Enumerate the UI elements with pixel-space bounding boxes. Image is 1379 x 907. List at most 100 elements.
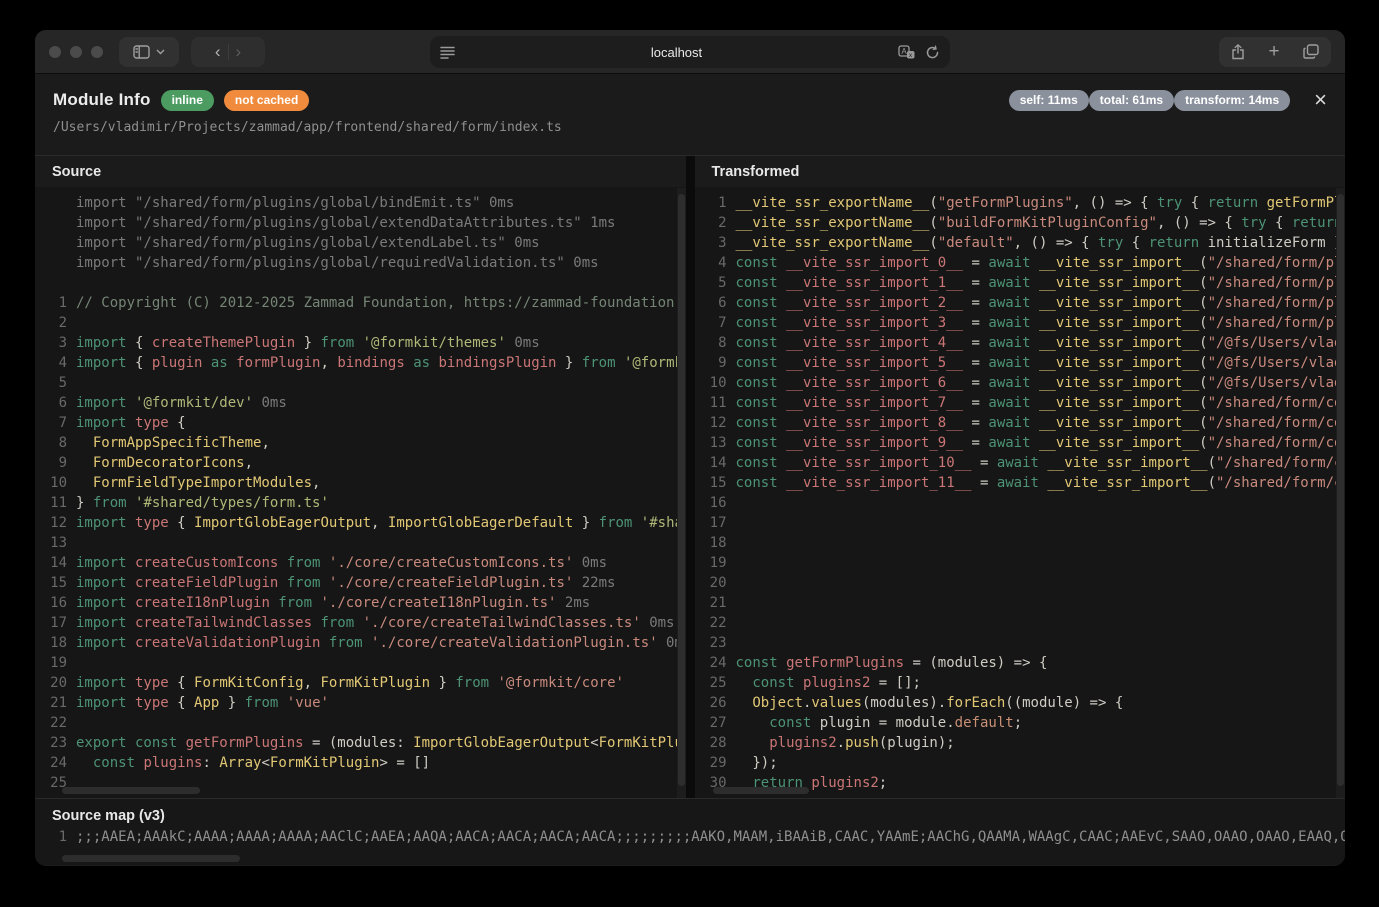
- code-line: 17: [703, 513, 1346, 533]
- code-line: 12const __vite_ssr_import_8__ = await __…: [703, 413, 1346, 433]
- code-line: 13: [43, 533, 686, 553]
- code-line: 9 FormDecoratorIcons,: [43, 453, 686, 473]
- code-line: 23export const getFormPlugins = (modules…: [43, 733, 686, 753]
- metric-pill: transform: 14ms: [1174, 90, 1290, 111]
- sourcemap-code: 1;;;AAEA;AAAkC;AAAA;AAAA;AAAA;AAClC;AAEA…: [35, 827, 1345, 847]
- chevron-down-icon: [156, 49, 165, 55]
- sourcemap-horizontal-scrollbar[interactable]: [62, 855, 240, 862]
- code-line: 24 const plugins: Array<FormKitPlugin> =…: [43, 753, 686, 773]
- code-line: 28 plugins2.push(plugin);: [703, 733, 1346, 753]
- code-line: 20: [703, 573, 1346, 593]
- code-line: 8const __vite_ssr_import_4__ = await __v…: [703, 333, 1346, 353]
- code-line: 9const __vite_ssr_import_5__ = await __v…: [703, 353, 1346, 373]
- code-line: 21import type { App } from 'vue': [43, 693, 686, 713]
- code-line: 5const __vite_ssr_import_1__ = await __v…: [703, 273, 1346, 293]
- new-tab-button[interactable]: +: [1268, 42, 1279, 61]
- url-text: localhost: [455, 45, 898, 60]
- code-line: 17import createTailwindClasses from './c…: [43, 613, 686, 633]
- transformed-panel: Transformed 1__vite_ssr_exportName__("ge…: [695, 156, 1346, 798]
- code-line: 2__vite_ssr_exportName__("buildFormKitPl…: [703, 213, 1346, 233]
- code-line: 4import { plugin as formPlugin, bindings…: [43, 353, 686, 373]
- code-line: 27 const plugin = module.default;: [703, 713, 1346, 733]
- sourcemap-title: Source map (v3): [35, 799, 1345, 827]
- code-line: 1;;;AAEA;AAAkC;AAAA;AAAA;AAAA;AAClC;AAEA…: [43, 827, 1345, 847]
- code-line: 16import createI18nPlugin from './core/c…: [43, 593, 686, 613]
- source-code: import "/shared/form/plugins/global/bind…: [35, 187, 686, 798]
- page-title: Module Info: [53, 90, 151, 110]
- status-badge: inline: [161, 90, 214, 111]
- code-line: 2: [43, 313, 686, 333]
- browser-window: ‹ › localhost A x: [35, 30, 1345, 866]
- sidebar-toggle-button[interactable]: [119, 37, 179, 67]
- browser-toolbar: ‹ › localhost A x: [35, 30, 1345, 74]
- code-line: 15const __vite_ssr_import_11__ = await _…: [703, 473, 1346, 493]
- code-line: 15import createFieldPlugin from './core/…: [43, 573, 686, 593]
- timing-metrics: self: 11mstotal: 61mstransform: 14ms: [1009, 91, 1290, 109]
- sidebar-icon: [133, 45, 150, 59]
- forward-button[interactable]: ›: [236, 43, 242, 60]
- source-panel: Source import "/shared/form/plugins/glob…: [35, 156, 686, 798]
- code-line: 26 Object.values(modules).forEach((modul…: [703, 693, 1346, 713]
- close-window-button[interactable]: [49, 46, 61, 58]
- code-line: 22: [703, 613, 1346, 633]
- code-line: 1// Copyright (C) 2012-2025 Zammad Found…: [43, 293, 686, 313]
- code-line: 29 });: [703, 753, 1346, 773]
- code-line: 11} from '#shared/types/form.ts': [43, 493, 686, 513]
- metric-pill: total: 61ms: [1089, 90, 1174, 111]
- status-badge: not cached: [224, 90, 309, 111]
- code-line: 19: [703, 553, 1346, 573]
- translate-icon[interactable]: A x: [898, 45, 915, 59]
- code-line: 19: [43, 653, 686, 673]
- address-bar[interactable]: localhost A x: [430, 36, 950, 68]
- close-icon[interactable]: ×: [1314, 89, 1327, 111]
- code-line: 7const __vite_ssr_import_3__ = await __v…: [703, 313, 1346, 333]
- minimize-window-button[interactable]: [70, 46, 82, 58]
- transformed-horizontal-scrollbar[interactable]: [713, 787, 809, 794]
- nav-divider: [228, 44, 229, 60]
- code-line: 4const __vite_ssr_import_0__ = await __v…: [703, 253, 1346, 273]
- zoom-window-button[interactable]: [91, 46, 103, 58]
- code-line: import "/shared/form/plugins/global/exte…: [43, 213, 686, 233]
- navigation-buttons: ‹ ›: [191, 37, 265, 67]
- code-line: 23: [703, 633, 1346, 653]
- toolbar-right-actions: +: [1219, 37, 1331, 67]
- sourcemap-section: Source map (v3) 1;;;AAEA;AAAkC;AAAA;AAAA…: [35, 798, 1345, 865]
- source-vertical-scrollbar[interactable]: [677, 188, 686, 798]
- code-line: 5: [43, 373, 686, 393]
- module-info-header: Module Info inline not cached self: 11mst…: [35, 74, 1345, 155]
- code-line: 21: [703, 593, 1346, 613]
- code-line: 25 const plugins2 = [];: [703, 673, 1346, 693]
- module-file-path: /Users/vladimir/Projects/zammad/app/fron…: [53, 120, 1327, 135]
- transformed-vertical-scrollbar[interactable]: [1336, 188, 1345, 798]
- share-icon[interactable]: [1231, 44, 1245, 60]
- source-horizontal-scrollbar[interactable]: [62, 787, 200, 794]
- tab-overview-icon[interactable]: [1303, 44, 1319, 59]
- code-line: [43, 273, 686, 293]
- reader-icon[interactable]: [440, 46, 455, 59]
- code-line: 1__vite_ssr_exportName__("getFormPlugins…: [703, 193, 1346, 213]
- code-line: 22: [43, 713, 686, 733]
- code-line: 24const getFormPlugins = (modules) => {: [703, 653, 1346, 673]
- code-line: 18: [703, 533, 1346, 553]
- traffic-lights: [49, 46, 103, 58]
- code-line: 7import type {: [43, 413, 686, 433]
- code-line: 3import { createThemePlugin } from '@for…: [43, 333, 686, 353]
- code-panels: Source import "/shared/form/plugins/glob…: [35, 155, 1345, 798]
- back-button[interactable]: ‹: [215, 43, 221, 60]
- module-badges: inline not cached: [151, 91, 310, 109]
- code-line: 16: [703, 493, 1346, 513]
- code-line: 11const __vite_ssr_import_7__ = await __…: [703, 393, 1346, 413]
- transformed-code: 1__vite_ssr_exportName__("getFormPlugins…: [695, 187, 1346, 798]
- code-line: 10const __vite_ssr_import_6__ = await __…: [703, 373, 1346, 393]
- transformed-panel-title: Transformed: [695, 156, 1346, 187]
- code-line: 6const __vite_ssr_import_2__ = await __v…: [703, 293, 1346, 313]
- code-line: 18import createValidationPlugin from './…: [43, 633, 686, 653]
- code-line: import "/shared/form/plugins/global/requ…: [43, 253, 686, 273]
- svg-text:A: A: [901, 47, 907, 56]
- reload-icon[interactable]: [925, 45, 940, 60]
- code-line: import "/shared/form/plugins/global/bind…: [43, 193, 686, 213]
- source-panel-title: Source: [35, 156, 686, 187]
- code-line: 3__vite_ssr_exportName__("default", () =…: [703, 233, 1346, 253]
- code-line: 20import type { FormKitConfig, FormKitPl…: [43, 673, 686, 693]
- code-line: 14const __vite_ssr_import_10__ = await _…: [703, 453, 1346, 473]
